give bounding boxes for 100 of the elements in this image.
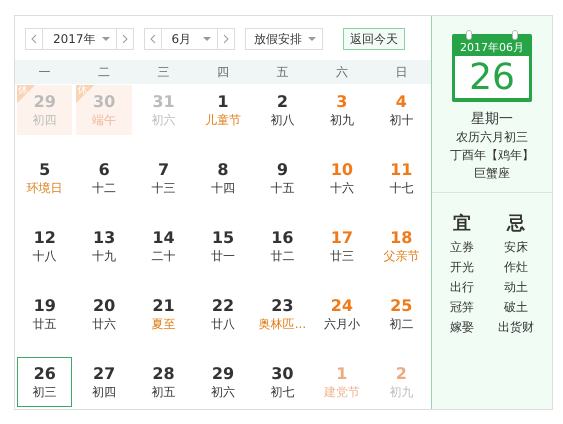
day-cell[interactable]: 5 环境日 — [17, 153, 72, 203]
day-cell[interactable]: 21 夏至 — [136, 289, 192, 339]
day-number: 2 — [276, 92, 288, 112]
lunar-date: 十五 — [270, 180, 294, 196]
rest-badge: 休 — [17, 85, 35, 103]
day-number: 7 — [158, 160, 170, 180]
day-cell[interactable]: 17 廿三 — [314, 221, 370, 271]
holiday-dropdown[interactable]: 放假安排 — [245, 28, 324, 50]
day-cell[interactable]: 12 十八 — [17, 221, 72, 271]
almanac-item: 出货财 — [498, 319, 534, 336]
day-number: 11 — [390, 160, 412, 180]
day-cell[interactable]: 9 十五 — [254, 153, 310, 203]
day-cell[interactable]: 14 二十 — [136, 221, 192, 271]
day-cell[interactable]: 3 初九 — [314, 85, 370, 135]
holiday-dropdown-label: 放假安排 — [253, 30, 304, 48]
month-value: 6月 — [170, 30, 192, 48]
day-cell[interactable]: 19 廿五 — [17, 289, 72, 339]
day-number: 2 — [396, 364, 407, 384]
weekday-label: 三 — [156, 64, 171, 80]
day-cell[interactable]: 30 初七 — [254, 357, 310, 407]
day-cell[interactable]: 27 初四 — [76, 357, 132, 407]
lunar-date: 十三 — [152, 180, 176, 196]
day-cell[interactable]: 16 廿二 — [254, 221, 310, 271]
day-cell[interactable]: 23 奥林匹... — [254, 289, 310, 339]
day-number: 29 — [212, 364, 234, 384]
lunar-date: 初二 — [389, 316, 414, 332]
day-cell[interactable]: 29 初六 — [195, 357, 251, 407]
almanac-item: 开光 — [450, 259, 474, 276]
lunar-date: 初十 — [389, 112, 414, 128]
day-cell[interactable]: 11 十七 — [374, 153, 429, 203]
caret-icon — [102, 37, 110, 41]
day-number: 27 — [93, 364, 116, 384]
day-number: 1 — [336, 364, 348, 384]
lunar-text: 农历六月初三 — [456, 129, 528, 146]
day-number: 18 — [390, 228, 412, 248]
almanac-item: 作灶 — [504, 259, 528, 276]
calendar-day: 26 — [455, 56, 529, 98]
day-cell[interactable]: 8 十四 — [195, 153, 251, 203]
day-number: 20 — [93, 296, 116, 316]
lunar-date: 初五 — [152, 384, 176, 400]
day-number: 9 — [276, 160, 288, 180]
lunar-date: 初四 — [92, 384, 116, 400]
month-selector[interactable]: 6月 — [144, 28, 236, 50]
weekday-label: 二 — [97, 64, 112, 80]
almanac-item: 破土 — [504, 299, 528, 316]
lunar-date: 廿五 — [32, 316, 57, 332]
lunar-date: 初六 — [152, 112, 176, 128]
day-number: 10 — [330, 160, 353, 180]
lunar-date: 廿三 — [330, 248, 354, 264]
day-cell[interactable]: 13 十九 — [76, 221, 132, 271]
day-cell[interactable]: 28 初五 — [136, 357, 192, 407]
weekday-label: 六 — [334, 64, 349, 80]
day-number: 31 — [152, 92, 175, 112]
day-cell[interactable]: 7 十三 — [136, 153, 192, 203]
day-cell[interactable]: 15 廿一 — [195, 221, 251, 271]
lunar-date: 廿一 — [210, 248, 235, 264]
lunar-date: 廿六 — [92, 316, 116, 332]
day-number: 30 — [271, 364, 294, 384]
day-number: 21 — [152, 296, 175, 316]
day-number: 17 — [330, 228, 353, 248]
lunar-date: 二十 — [152, 248, 176, 264]
lunar-date: 十二 — [92, 180, 116, 196]
lunar-date: 廿八 — [210, 316, 235, 332]
lunar-date: 十八 — [32, 248, 57, 264]
year-text: 丁酉年【鸡年】 — [450, 147, 534, 164]
caret-icon — [203, 37, 212, 41]
day-cell[interactable]: 25 初二 — [374, 289, 429, 339]
day-cell[interactable]: 20 廿六 — [76, 289, 132, 339]
lunar-date: 儿童节 — [204, 112, 241, 128]
day-number: 5 — [39, 160, 50, 180]
day-number: 4 — [396, 92, 407, 112]
year-selector[interactable]: 2017年 — [25, 28, 134, 50]
day-cell[interactable]: 2 初八 — [254, 85, 310, 135]
day-cell[interactable]: 1 儿童节 — [195, 85, 251, 135]
day-cell[interactable]: 26 初三 — [17, 357, 72, 407]
day-cell[interactable]: 10 十六 — [314, 153, 370, 203]
day-number: 23 — [271, 296, 294, 316]
day-cell[interactable]: 22 廿八 — [195, 289, 251, 339]
lunar-date: 十七 — [389, 180, 414, 196]
lunar-date: 初六 — [210, 384, 235, 400]
almanac-item: 立券 — [450, 239, 474, 256]
day-number: 8 — [217, 160, 229, 180]
lunar-date: 端午 — [92, 112, 116, 128]
day-number: 25 — [390, 296, 412, 316]
weekday-label: 一 — [38, 64, 52, 80]
day-cell[interactable]: 24 六月小 — [314, 289, 370, 339]
chevron-right-icon — [223, 34, 230, 44]
lunar-date: 十六 — [330, 180, 354, 196]
day-number: 28 — [152, 364, 175, 384]
day-number: 15 — [212, 228, 234, 248]
lunar-date: 初九 — [330, 112, 354, 128]
day-number: 13 — [93, 228, 116, 248]
day-cell[interactable]: 4 初十 — [374, 85, 429, 135]
lunar-date: 初九 — [389, 384, 414, 400]
day-cell[interactable]: 6 十二 — [76, 153, 132, 203]
day-number: 1 — [217, 92, 229, 112]
chevron-right-icon — [122, 34, 128, 44]
day-number: 29 — [34, 92, 56, 112]
today-button[interactable]: 返回今天 — [343, 28, 406, 50]
day-number: 3 — [336, 92, 348, 112]
